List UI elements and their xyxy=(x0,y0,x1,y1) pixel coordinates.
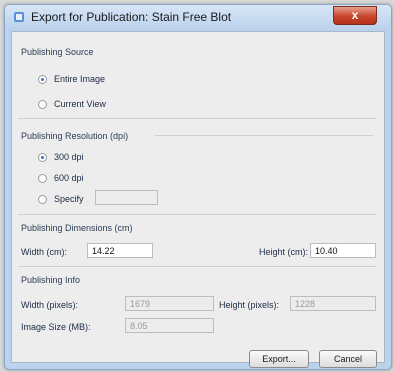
publishing-info-heading: Publishing Info xyxy=(21,275,81,285)
height-cm-label: Height (cm): xyxy=(259,247,309,257)
current-view-label: Current View xyxy=(54,99,106,109)
section-divider xyxy=(18,214,376,215)
height-cm-input[interactable] xyxy=(310,243,376,258)
width-pixels-field xyxy=(125,296,214,311)
image-size-field xyxy=(125,318,214,333)
publishing-dimensions-heading: Publishing Dimensions (cm) xyxy=(21,223,133,233)
section-divider xyxy=(18,266,376,267)
publishing-source-heading: Publishing Source xyxy=(21,47,94,57)
cancel-button[interactable]: Cancel xyxy=(319,350,377,368)
export-button[interactable]: Export... xyxy=(249,350,309,368)
height-pixels-field xyxy=(290,296,376,311)
publishing-resolution-heading: Publishing Resolution (dpi) xyxy=(21,131,129,141)
width-pixels-label: Width (pixels): xyxy=(21,300,79,310)
title-bar[interactable]: Export for Publication: Stain Free Blot … xyxy=(5,5,391,31)
dpi-300-label: 300 dpi xyxy=(54,152,84,162)
radio-300-dpi[interactable] xyxy=(38,153,47,162)
app-icon xyxy=(14,12,24,22)
image-size-label: Image Size (MB): xyxy=(21,322,91,332)
width-cm-label: Width (cm): xyxy=(21,247,67,257)
entire-image-label: Entire Image xyxy=(54,74,106,84)
window-title: Export for Publication: Stain Free Blot xyxy=(31,10,232,24)
radio-specify[interactable] xyxy=(38,195,47,204)
close-icon: x xyxy=(351,8,359,22)
width-cm-input[interactable] xyxy=(87,243,153,258)
dpi-600-label: 600 dpi xyxy=(54,173,84,183)
heading-rule xyxy=(155,135,373,136)
specify-label: Specify xyxy=(54,194,84,204)
specify-dpi-input[interactable] xyxy=(95,190,158,205)
section-divider xyxy=(18,118,376,119)
close-button[interactable]: x xyxy=(333,6,377,25)
radio-600-dpi[interactable] xyxy=(38,174,47,183)
height-pixels-label: Height (pixels): xyxy=(219,300,280,310)
dialog-body: Publishing Source Entire Image Current V… xyxy=(11,31,385,368)
radio-current-view[interactable] xyxy=(38,100,47,109)
export-dialog: Export for Publication: Stain Free Blot … xyxy=(4,4,392,370)
radio-entire-image[interactable] xyxy=(38,75,47,84)
